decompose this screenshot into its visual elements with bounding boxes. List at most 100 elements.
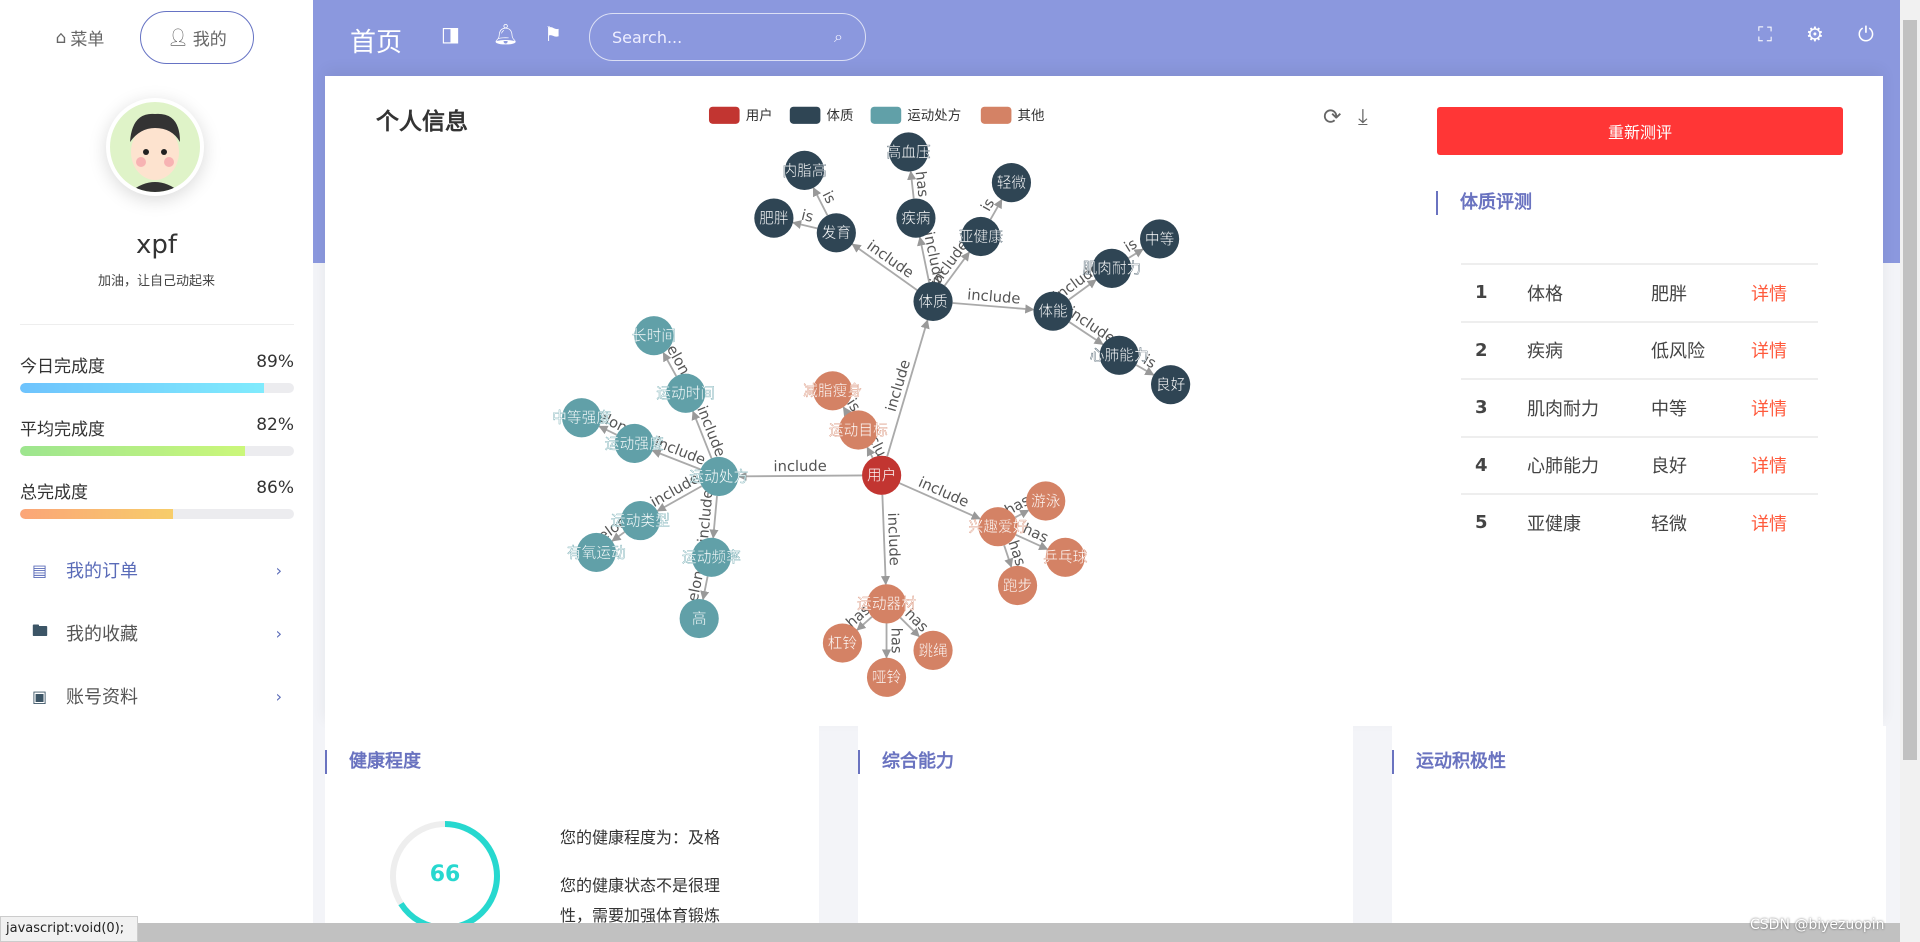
- graph-node[interactable]: 内脂高: [782, 150, 827, 190]
- row-item: 疾病: [1527, 341, 1563, 362]
- graph-edge: include: [880, 494, 903, 586]
- graph-node[interactable]: 轻微: [991, 163, 1032, 203]
- row-number: 5: [1475, 512, 1488, 533]
- graph-node[interactable]: 高血压: [886, 132, 931, 172]
- reassess-button[interactable]: 重新测评: [1437, 107, 1843, 155]
- node-label: 体质: [918, 293, 947, 310]
- detail-link[interactable]: 详情: [1751, 280, 1787, 306]
- row-result: 中等: [1651, 398, 1687, 420]
- node-label: 长时间: [632, 328, 676, 345]
- node-label: 高血压: [887, 144, 931, 161]
- node-label: 游泳: [1031, 493, 1061, 510]
- panel-title: 运动积极性: [1392, 750, 1506, 774]
- assessment-row: 5 亚健康 轻微 详情: [1461, 493, 1818, 550]
- graph-edge: include: [952, 286, 1035, 314]
- row-item: 心肺能力: [1527, 456, 1599, 477]
- edge-label: include: [883, 358, 914, 414]
- legend-swatch: [708, 106, 740, 124]
- edge-label: is: [800, 207, 815, 226]
- health-level-text: 您的健康程度为：及格: [560, 828, 721, 847]
- health-score: 66: [429, 862, 461, 887]
- detail-link[interactable]: 详情: [1751, 510, 1787, 536]
- health-advice-line1: 您的健康状态不是很理: [560, 876, 721, 895]
- node-label: 亚健康: [959, 228, 1003, 245]
- scrollbar-thumb[interactable]: [1903, 20, 1917, 760]
- graph-edge: include: [883, 319, 930, 457]
- legend-swatch: [789, 106, 821, 124]
- legend-item[interactable]: 运动处方: [870, 106, 962, 124]
- legend-label: 运动处方: [907, 108, 961, 124]
- row-item: 肌肉耐力: [1527, 398, 1599, 420]
- legend-item[interactable]: 体质: [789, 106, 854, 124]
- node-label: 高: [692, 610, 707, 627]
- detail-link[interactable]: 详情: [1751, 395, 1787, 421]
- edge-label: include: [884, 512, 903, 566]
- graph-node[interactable]: 跳绳: [913, 630, 953, 670]
- assessment-row: 4 心肺能力 良好 详情: [1461, 435, 1818, 493]
- node-label: 跳绳: [918, 642, 948, 659]
- legend-label: 体质: [827, 108, 854, 124]
- node-label: 运动器材: [857, 596, 916, 613]
- graph-node[interactable]: 肥胖: [754, 198, 794, 238]
- graph-edge: is: [978, 196, 1003, 220]
- assessment-row: 3 肌肉耐力 中等 详情: [1461, 378, 1818, 435]
- graph-node[interactable]: 中等强度: [552, 398, 611, 438]
- graph-edge: is: [812, 187, 839, 216]
- node-label: 良好: [1156, 377, 1186, 394]
- node-label: 运动类型: [611, 512, 670, 529]
- node-label: 中等强度: [552, 409, 611, 427]
- edge-label: include: [773, 458, 826, 475]
- node-label: 用户: [867, 467, 896, 484]
- row-item: 亚健康: [1527, 513, 1581, 535]
- graph-edge: include: [695, 489, 719, 543]
- graph-node[interactable]: 体能: [1033, 291, 1073, 331]
- edge-line: [737, 471, 863, 481]
- node-label: 跑步: [1003, 577, 1032, 594]
- graph-node[interactable]: 有氧运动: [567, 532, 626, 573]
- graph-node[interactable]: 跑步: [997, 565, 1038, 606]
- graph-node[interactable]: 疾病: [896, 198, 936, 238]
- node-label: 杠铃: [828, 635, 858, 652]
- graph-node[interactable]: 乒乓球: [1043, 537, 1088, 577]
- vertical-scrollbar[interactable]: [1900, 0, 1920, 942]
- row-number: 2: [1475, 339, 1488, 361]
- graph-node[interactable]: 中等: [1140, 219, 1180, 259]
- graph-node[interactable]: 杠铃: [822, 623, 863, 663]
- node-label: 疾病: [901, 210, 931, 227]
- panel-activity: 运动积极性: [1392, 726, 1886, 926]
- row-result: 轻微: [1651, 513, 1687, 535]
- node-label: 有氧运动: [567, 544, 626, 561]
- status-bar: javascript:void(0);: [0, 916, 138, 942]
- edge-label: has: [912, 170, 932, 198]
- row-number: 4: [1475, 454, 1488, 476]
- node-label: 发育: [822, 225, 851, 242]
- node-label: 中等: [1145, 230, 1175, 248]
- legend-item[interactable]: 用户: [708, 106, 773, 124]
- node-label: 减脂瘦身: [803, 383, 862, 400]
- graph-node[interactable]: 用户: [862, 455, 902, 495]
- graph-node[interactable]: 游泳: [1026, 481, 1066, 521]
- detail-link[interactable]: 详情: [1751, 337, 1787, 363]
- legend-item[interactable]: 其他: [980, 106, 1045, 124]
- graph-node[interactable]: 高: [679, 598, 719, 639]
- assessment-title: 体质评测: [1436, 191, 1532, 215]
- node-label: 体能: [1038, 303, 1068, 320]
- node-label: 心肺能力: [1090, 347, 1149, 364]
- row-item: 体格: [1527, 283, 1563, 305]
- graph-edge: include: [899, 474, 981, 520]
- row-number: 1: [1475, 282, 1488, 303]
- graph-edge: is: [792, 207, 818, 230]
- graph-node[interactable]: 发育: [816, 213, 856, 253]
- row-result: 良好: [1651, 456, 1687, 477]
- edge-label: include: [864, 237, 917, 282]
- detail-link[interactable]: 详情: [1751, 452, 1787, 478]
- legend-label: 用户: [746, 107, 773, 124]
- graph-edge: has: [881, 623, 904, 659]
- graph-node[interactable]: 哑铃: [866, 657, 907, 697]
- graph-node[interactable]: 良好: [1151, 365, 1191, 405]
- graph-node[interactable]: 体质: [913, 281, 953, 321]
- graph-edge: include: [737, 458, 863, 481]
- edge-label: has: [887, 628, 904, 654]
- edge-label: include: [916, 474, 972, 511]
- horizontal-scrollbar[interactable]: [0, 923, 1900, 942]
